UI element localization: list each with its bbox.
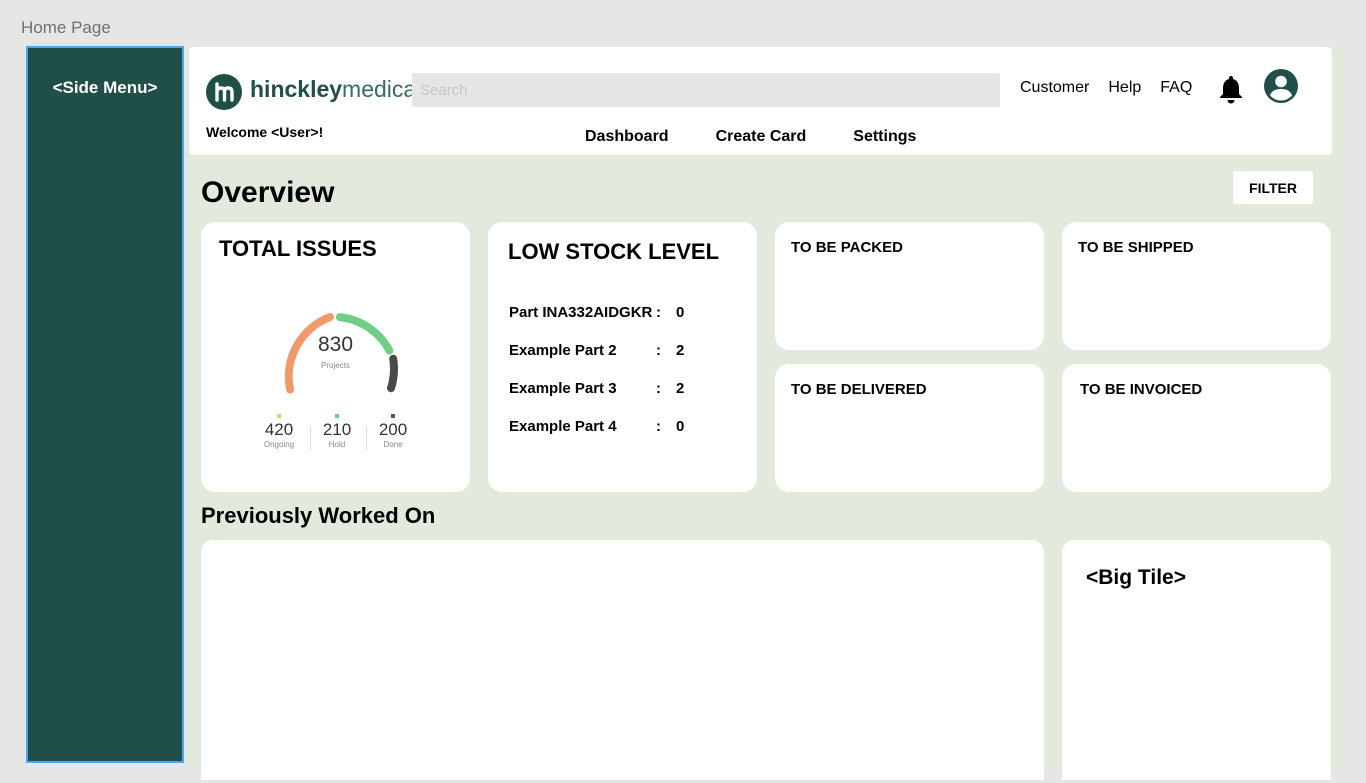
part-name: Part INA332AIDGKR — [509, 304, 653, 321]
logo-bold: hinckley — [250, 76, 343, 102]
stat-done: 200 Done — [368, 414, 418, 449]
stat-hold: 210 Hold — [312, 414, 362, 449]
logo-icon — [206, 74, 242, 110]
part-qty: 2 — [676, 342, 685, 359]
total-issues-card[interactable]: TOTAL ISSUES 830 Projects 420 Ongoing 21… — [201, 222, 470, 492]
list-item: Example Part 3 : 2 — [509, 380, 684, 418]
to-be-shipped-card[interactable]: TO BE SHIPPED — [1062, 222, 1331, 350]
logo-light: medical — [342, 76, 422, 102]
stat-label: Hold — [328, 440, 346, 449]
to-be-invoiced-card[interactable]: TO BE INVOICED — [1062, 364, 1331, 492]
side-menu-label: <Side Menu> — [52, 78, 158, 97]
to-be-packed-card[interactable]: TO BE PACKED — [775, 222, 1044, 350]
stat-value: 200 — [378, 420, 408, 439]
stat-divider — [310, 426, 311, 450]
gauge-label: Projects — [321, 361, 350, 370]
filter-button[interactable]: FILTER — [1233, 171, 1313, 204]
part-name: Example Part 2 — [509, 342, 617, 359]
stat-value: 210 — [322, 420, 352, 439]
stat-value: 420 — [264, 420, 294, 439]
link-faq[interactable]: FAQ — [1160, 79, 1192, 97]
part-name: Example Part 4 — [509, 418, 617, 435]
legend-dot-hold — [335, 414, 339, 418]
header: hinckleymedical Customer Help FAQ Welcom… — [189, 47, 1332, 155]
list-item: Example Part 4 : 0 — [509, 418, 684, 456]
card-title: TO BE DELIVERED — [791, 381, 927, 398]
stat-ongoing: 420 Ongoing — [254, 414, 304, 449]
part-sep: : — [656, 342, 661, 359]
frame-title: Home Page — [21, 18, 111, 37]
part-sep: : — [656, 304, 661, 321]
top-links: Customer Help FAQ — [1020, 79, 1192, 97]
previously-worked-on-panel[interactable] — [201, 540, 1044, 780]
stat-label: Done — [383, 440, 403, 449]
card-title: TO BE INVOICED — [1080, 381, 1203, 398]
main-content: hinckleymedical Customer Help FAQ Welcom… — [186, 46, 1346, 780]
part-qty: 2 — [676, 380, 685, 397]
avatar-icon[interactable] — [1263, 68, 1299, 109]
gauge-value: 830 — [317, 333, 354, 356]
logo-wordmark: hinckleymedical — [250, 74, 421, 104]
stat-divider — [366, 426, 367, 450]
part-name: Example Part 3 — [509, 380, 617, 397]
page-title: Overview — [201, 176, 335, 209]
side-menu[interactable]: <Side Menu> — [26, 46, 184, 763]
low-stock-card[interactable]: LOW STOCK LEVEL Part INA332AIDGKR : 0 Ex… — [488, 222, 757, 492]
bell-icon[interactable] — [1217, 74, 1245, 109]
card-title: TO BE SHIPPED — [1078, 239, 1194, 256]
legend-dot-done — [391, 414, 395, 418]
part-qty: 0 — [676, 418, 685, 435]
low-stock-list: Part INA332AIDGKR : 0 Example Part 2 : 2… — [509, 304, 684, 456]
main-nav: Dashboard Create Card Settings — [585, 128, 916, 146]
legend-dot-ongoing — [277, 414, 281, 418]
stat-label: Ongoing — [263, 440, 295, 449]
list-item: Example Part 2 : 2 — [509, 342, 684, 380]
nav-settings[interactable]: Settings — [853, 128, 916, 146]
nav-dashboard[interactable]: Dashboard — [585, 128, 669, 146]
card-title: TO BE PACKED — [791, 239, 903, 256]
part-qty: 0 — [676, 304, 685, 321]
part-sep: : — [656, 380, 661, 397]
link-customer[interactable]: Customer — [1020, 79, 1089, 97]
big-tile-title: <Big Tile> — [1086, 566, 1186, 589]
search-input[interactable] — [412, 73, 1000, 107]
low-stock-title: LOW STOCK LEVEL — [508, 239, 720, 264]
issues-gauge — [284, 313, 398, 394]
to-be-delivered-card[interactable]: TO BE DELIVERED — [775, 364, 1044, 492]
welcome-message: Welcome <User>! — [206, 124, 324, 140]
big-tile[interactable]: <Big Tile> — [1062, 540, 1331, 780]
part-sep: : — [656, 418, 661, 435]
list-item: Part INA332AIDGKR : 0 — [509, 304, 684, 342]
nav-create-card[interactable]: Create Card — [716, 128, 807, 146]
previously-worked-on-title: Previously Worked On — [201, 503, 436, 528]
link-help[interactable]: Help — [1108, 79, 1141, 97]
